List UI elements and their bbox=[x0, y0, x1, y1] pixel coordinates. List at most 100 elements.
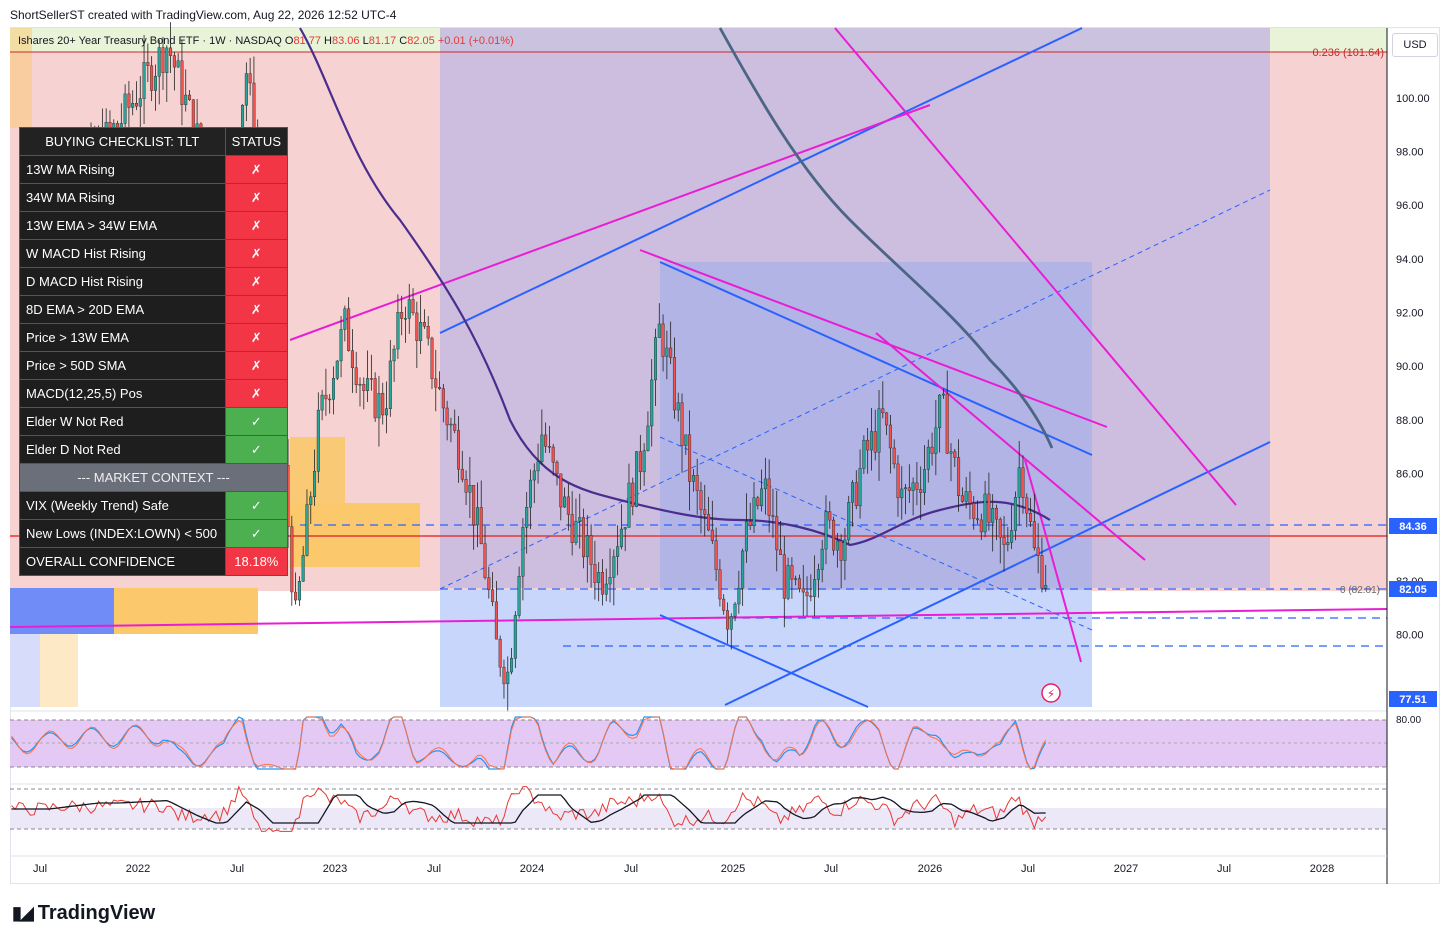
time-tick-label: 2025 bbox=[721, 863, 745, 875]
checklist-title: BUYING CHECKLIST: TLT bbox=[19, 127, 226, 156]
open-value: 81.77 bbox=[293, 35, 321, 47]
checklist-label: Elder W Not Red bbox=[19, 407, 226, 436]
price-axis[interactable]: 100.00 98.00 96.00 94.00 92.00 90.00 88.00 86.0… bbox=[1396, 93, 1430, 642]
candle bbox=[847, 495, 851, 545]
price-badge-7751: 77.51 bbox=[1389, 691, 1437, 707]
price-badge-8205: 82.05 bbox=[1389, 581, 1437, 597]
checklist-label: D MACD Hist Rising bbox=[19, 267, 226, 296]
overall-confidence-value: 18.18% bbox=[224, 547, 289, 576]
time-tick-label: Jul bbox=[824, 863, 838, 875]
svg-text:⚡: ⚡ bbox=[1047, 687, 1055, 701]
checklist-status: ✓ bbox=[224, 407, 289, 436]
time-tick-label: Jul bbox=[33, 863, 47, 875]
tradingview-logo-icon: ▮◢ bbox=[12, 903, 34, 923]
rsi-panel-label: 80.00 bbox=[1396, 715, 1421, 726]
time-axis[interactable]: Jul 2022 Jul 2023 Jul 2024 Jul 2025 Jul 2026 Jul 20… bbox=[33, 863, 1334, 875]
checklist-label: 13W EMA > 34W EMA bbox=[19, 211, 226, 240]
checklist-label: W MACD Hist Rising bbox=[19, 239, 226, 268]
checklist-label: Price > 50D SMA bbox=[19, 351, 226, 380]
context-row: VIX (Weekly Trend) Safe ✓ bbox=[19, 491, 289, 520]
context-row: New Lows (INDEX:LOWN) < 500 ✓ bbox=[19, 519, 289, 548]
time-tick-label: 2027 bbox=[1114, 863, 1138, 875]
svg-text:84.36: 84.36 bbox=[1399, 521, 1427, 533]
time-tick-label: Jul bbox=[230, 863, 244, 875]
checklist-row: 13W EMA > 34W EMA ✗ bbox=[19, 211, 289, 240]
checklist-row: MACD(12,25,5) Pos ✗ bbox=[19, 379, 289, 408]
context-label: New Lows (INDEX:LOWN) < 500 bbox=[19, 519, 226, 548]
time-tick-label: Jul bbox=[427, 863, 441, 875]
tradingview-logo[interactable]: ▮◢ TradingView bbox=[12, 902, 155, 925]
checklist-row: D MACD Hist Rising ✗ bbox=[19, 267, 289, 296]
checklist-label: 13W MA Rising bbox=[19, 155, 226, 184]
time-tick-label: 2023 bbox=[323, 863, 347, 875]
time-tick-label: Jul bbox=[624, 863, 638, 875]
candle bbox=[832, 516, 836, 556]
price-tick-label: 92.00 bbox=[1396, 307, 1424, 319]
checklist-row: Price > 13W EMA ✗ bbox=[19, 323, 289, 352]
checklist-status: ✗ bbox=[224, 295, 289, 324]
checklist-label: Elder D Not Red bbox=[19, 435, 226, 464]
checklist-row: W MACD Hist Rising ✗ bbox=[19, 239, 289, 268]
low-value: 81.17 bbox=[368, 35, 397, 47]
checklist-row: Elder D Not Red ✓ bbox=[19, 435, 289, 464]
market-context-header: --- MARKET CONTEXT --- bbox=[19, 463, 288, 492]
checklist-label: MACD(12,25,5) Pos bbox=[19, 379, 226, 408]
close-value: 82.05 bbox=[407, 35, 435, 47]
time-tick-label: Jul bbox=[1021, 863, 1035, 875]
checklist-row: 8D EMA > 20D EMA ✗ bbox=[19, 295, 289, 324]
symbol-info: Ishares 20+ Year Treasury Bond ETF · 1W … bbox=[18, 35, 514, 47]
checklist-label: 8D EMA > 20D EMA bbox=[19, 295, 226, 324]
overall-confidence-label: OVERALL CONFIDENCE bbox=[19, 547, 226, 576]
change-value: +0.01 (+0.01%) bbox=[437, 35, 514, 47]
brand-name: TradingView bbox=[37, 902, 156, 924]
checklist-status: ✗ bbox=[224, 155, 289, 184]
checklist-status: ✗ bbox=[224, 267, 289, 296]
time-tick-label: 2024 bbox=[520, 863, 544, 875]
price-tick-label: 94.00 bbox=[1396, 254, 1424, 266]
fib-zero-label: 0 (82.01) bbox=[1340, 585, 1380, 596]
context-status: ✓ bbox=[224, 491, 289, 520]
checklist-row: Price > 50D SMA ✗ bbox=[19, 351, 289, 380]
checklist-status: ✓ bbox=[224, 435, 289, 464]
high-label: H bbox=[324, 35, 332, 47]
symbol-name: Ishares 20+ Year Treasury Bond ETF · 1W … bbox=[18, 35, 282, 47]
checklist-status-header: STATUS bbox=[224, 127, 289, 156]
svg-text:77.51: 77.51 bbox=[1399, 694, 1427, 706]
time-tick-label: Jul bbox=[1217, 863, 1231, 875]
checklist-row: 13W MA Rising ✗ bbox=[19, 155, 289, 184]
checklist-status: ✗ bbox=[224, 183, 289, 212]
checklist-status: ✗ bbox=[224, 239, 289, 268]
price-badge-8436: 84.36 bbox=[1389, 518, 1437, 534]
currency-button[interactable]: USD bbox=[1392, 33, 1438, 57]
checklist-label: Price > 13W EMA bbox=[19, 323, 226, 352]
svg-text:82.05: 82.05 bbox=[1399, 584, 1427, 596]
checklist-label: 34W MA Rising bbox=[19, 183, 226, 212]
buying-checklist: BUYING CHECKLIST: TLT STATUS 13W MA Risi… bbox=[19, 127, 289, 576]
time-tick-label: 2022 bbox=[126, 863, 150, 875]
price-tick-label: 100.00 bbox=[1396, 93, 1430, 105]
checklist-status: ✗ bbox=[224, 323, 289, 352]
checklist-status: ✗ bbox=[224, 211, 289, 240]
price-tick-label: 98.00 bbox=[1396, 146, 1424, 158]
time-tick-label: 2028 bbox=[1310, 863, 1334, 875]
price-tick-label: 88.00 bbox=[1396, 415, 1424, 427]
fib-label: 0.236 (101.64) bbox=[1312, 47, 1384, 59]
price-tick-label: 90.00 bbox=[1396, 361, 1424, 373]
price-tick-label: 96.00 bbox=[1396, 200, 1424, 212]
candle bbox=[862, 435, 866, 474]
momentum-band bbox=[10, 808, 1387, 829]
high-value: 83.06 bbox=[331, 35, 360, 47]
time-tick-label: 2026 bbox=[918, 863, 942, 875]
candle bbox=[335, 360, 339, 381]
price-tick-label: 80.00 bbox=[1396, 630, 1424, 642]
candle bbox=[373, 372, 377, 422]
price-tick-label: 86.00 bbox=[1396, 469, 1424, 481]
checklist-status: ✗ bbox=[224, 379, 289, 408]
checklist-row: Elder W Not Red ✓ bbox=[19, 407, 289, 436]
checklist-status: ✗ bbox=[224, 351, 289, 380]
supply-box bbox=[290, 503, 420, 567]
context-label: VIX (Weekly Trend) Safe bbox=[19, 491, 226, 520]
checklist-row: 34W MA Rising ✗ bbox=[19, 183, 289, 212]
candle bbox=[635, 451, 639, 508]
context-status: ✓ bbox=[224, 519, 289, 548]
